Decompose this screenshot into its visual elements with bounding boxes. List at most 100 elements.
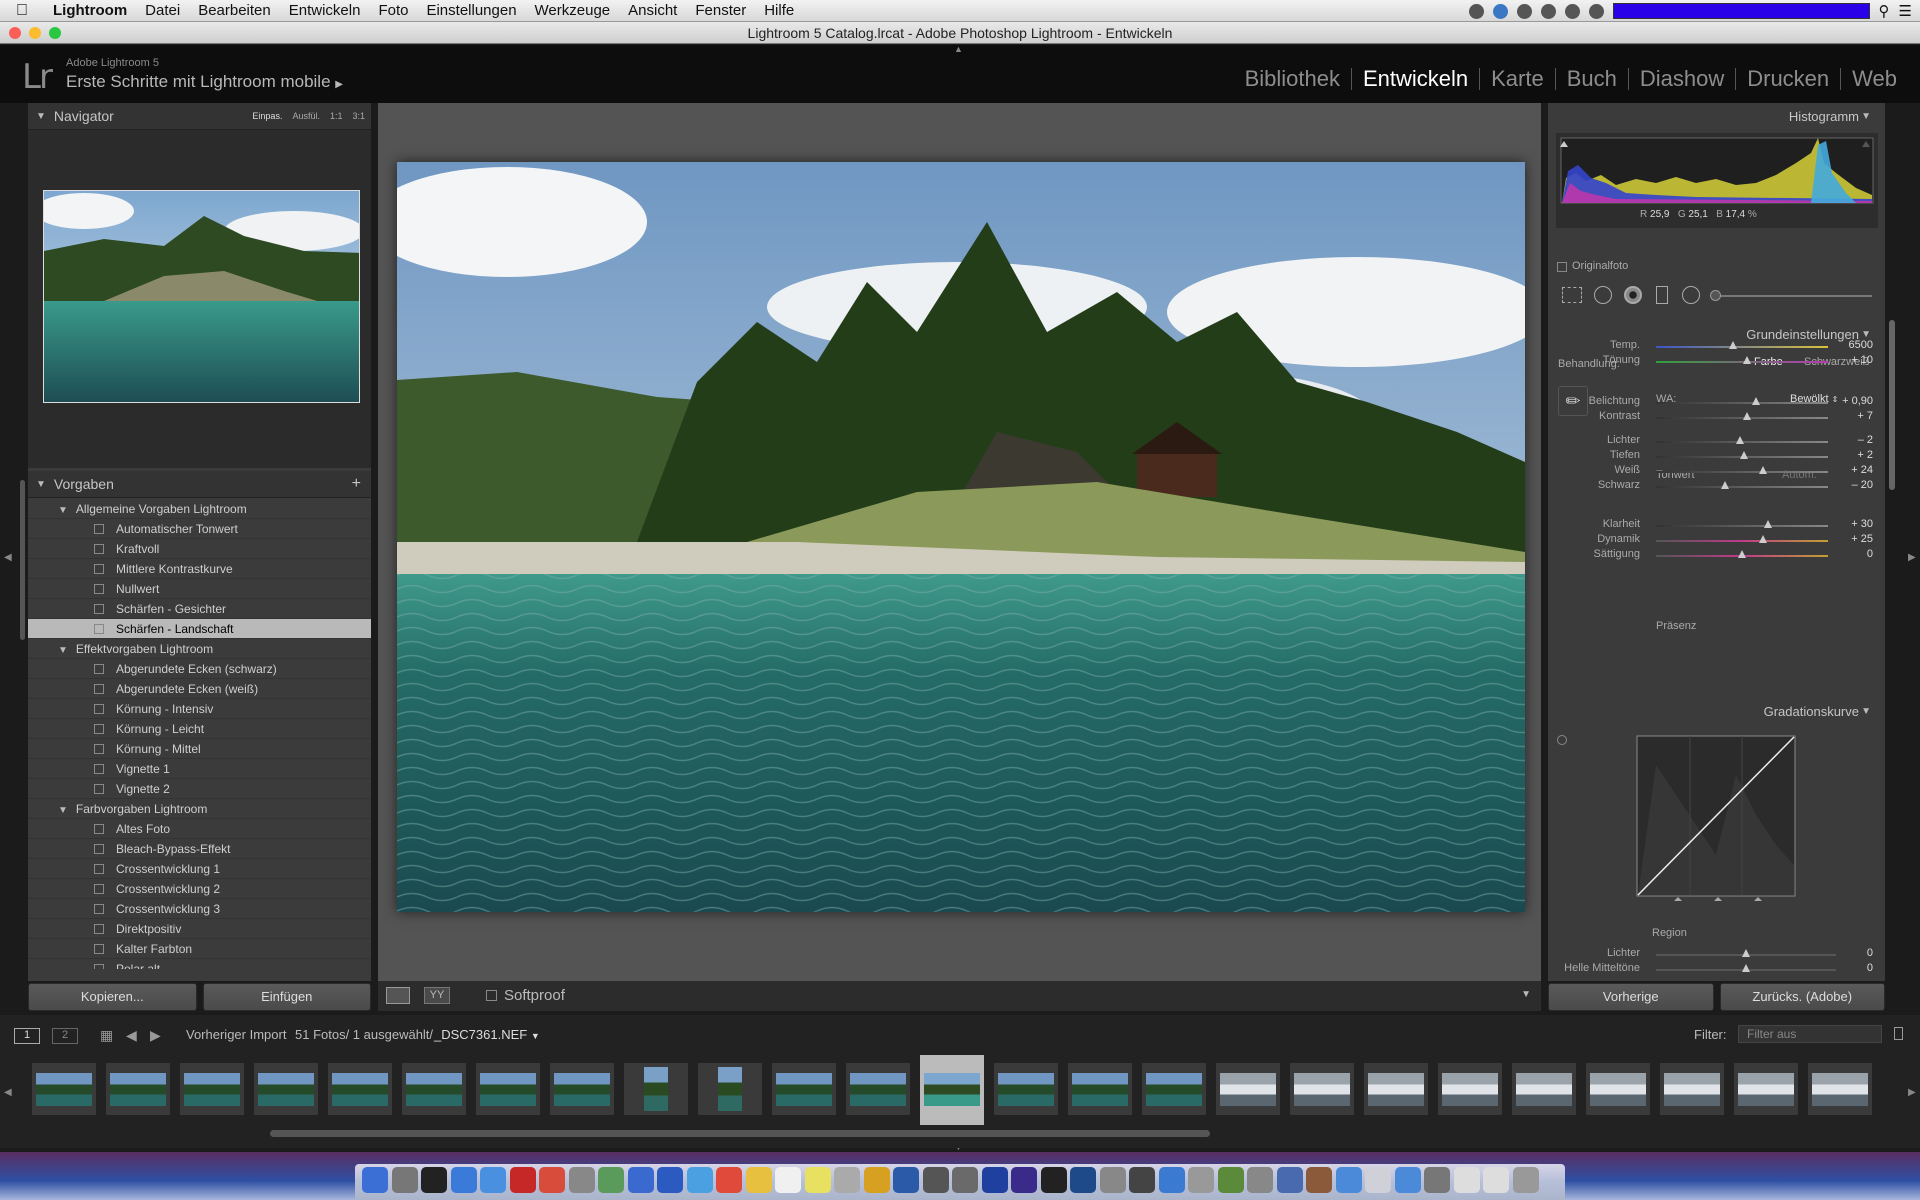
preset-item[interactable]: Abgerundete Ecken (schwarz) [28,659,371,679]
dock-app-icon[interactable] [745,1167,772,1193]
left-panel-toggle-icon[interactable]: ◀ [4,552,12,563]
slider-clarity[interactable]: Klarheit + 30 [1548,517,1885,533]
dock-app-icon[interactable] [1453,1167,1480,1193]
preset-item[interactable]: Bleach-Bypass-Effekt [28,839,371,859]
original-photo-checkbox[interactable] [1557,262,1567,272]
filmstrip-thumbnail[interactable] [1734,1063,1798,1115]
filmstrip-thumbnail[interactable] [1216,1063,1280,1115]
dock-app-icon[interactable] [539,1167,565,1193]
slider-knob[interactable] [1736,436,1745,444]
volume-icon[interactable] [1588,3,1604,19]
presets-header[interactable]: ▼ Vorgaben + [28,471,371,498]
expand-triangle-icon[interactable]: ▼ [58,505,68,516]
filter-lock-icon[interactable] [1894,1027,1903,1040]
filter-select[interactable]: Filter aus [1738,1025,1882,1043]
notification-icon[interactable]: ☰ [1899,2,1912,20]
menu-entwickeln[interactable]: Entwickeln [280,0,370,22]
preset-folder[interactable]: ▼ Farbvorgaben Lightroom [28,799,371,819]
filmstrip-thumbnail[interactable] [1364,1063,1428,1115]
dock-app-icon[interactable] [922,1167,949,1193]
adjustment-brush-knob[interactable] [1710,290,1721,301]
slider-knob[interactable] [1720,481,1729,489]
slider-knob[interactable] [1763,520,1772,528]
slider-temp[interactable]: Temp. 6500 [1548,338,1885,354]
module-entwickeln[interactable]: Entwickeln [1350,68,1479,90]
preset-item[interactable]: Crossentwicklung 3 [28,899,371,919]
slider-knob[interactable] [1743,356,1752,364]
filmstrip-thumbnail[interactable] [550,1063,614,1115]
preset-folder[interactable]: ▼ Effektvorgaben Lightroom [28,639,371,659]
slider-track[interactable] [1656,361,1828,363]
dock-app-icon[interactable] [893,1167,919,1193]
filmstrip-thumbnail[interactable] [1438,1063,1502,1115]
filmstrip-thumbnail[interactable] [402,1063,466,1115]
filmstrip-right-arrow-icon[interactable]: ▶ [1908,1087,1916,1098]
dock-app-icon[interactable] [1070,1167,1096,1193]
slider-blacks[interactable]: Schwarz – 20 [1548,478,1885,494]
module-karte[interactable]: Karte [1479,68,1555,90]
paste-settings-button[interactable]: Einfügen [202,983,371,1011]
filmstrip-left-arrow-icon[interactable]: ◀ [4,1087,12,1098]
zoom-fill-option[interactable]: Ausfül. [292,111,320,121]
dock-app-icon[interactable] [421,1167,447,1193]
slider-knob[interactable] [1742,949,1750,957]
filmstrip-thumbnail[interactable] [920,1055,984,1125]
slider-highlights[interactable]: Lichter – 2 [1548,433,1885,449]
dropbox-icon[interactable] [1492,3,1508,19]
dock-app-icon[interactable] [686,1167,713,1193]
dock-app-icon[interactable] [598,1167,624,1193]
menu-bearbeiten[interactable]: Bearbeiten [189,0,280,22]
dock-app-icon[interactable] [1247,1167,1273,1193]
preset-item[interactable]: Direktpositiv [28,919,371,939]
preset-item[interactable]: Körnung - Intensiv [28,699,371,719]
expand-triangle-icon[interactable]: ▼ [58,645,68,656]
dock-app-icon[interactable] [1011,1167,1037,1193]
menu-foto[interactable]: Foto [369,0,417,22]
slider-value[interactable]: + 2 [1823,449,1873,461]
tone-curve-header[interactable]: Gradationskurve ▼ [1548,700,1885,722]
slider-knob[interactable] [1742,964,1750,972]
dock-app-icon[interactable] [952,1167,978,1193]
adjustment-brush-slider[interactable] [1712,295,1872,297]
bluetooth-icon[interactable] [1540,3,1556,19]
right-panel-toggle-icon[interactable]: ▶ [1908,552,1916,563]
filmstrip-thumbnail[interactable] [476,1063,540,1115]
dock-app-icon[interactable] [1306,1167,1332,1193]
dock-app-icon[interactable] [1099,1167,1126,1193]
filmstrip-thumbnail[interactable] [846,1063,910,1115]
filmstrip-thumbnail[interactable] [1142,1063,1206,1115]
menu-werkzeuge[interactable]: Werkzeuge [526,0,620,22]
zoom-3-1-option[interactable]: 3:1 [352,111,365,121]
filmstrip-thumbnail[interactable] [1660,1063,1724,1115]
wifi-icon[interactable] [1564,3,1580,19]
filmstrip-thumbnail[interactable] [772,1063,836,1115]
collapse-triangle-icon[interactable]: ▼ [36,111,46,122]
crop-tool-icon[interactable] [1562,287,1582,303]
preset-item[interactable]: Altes Foto [28,819,371,839]
module-web[interactable]: Web [1840,68,1908,90]
dock-app-icon[interactable] [391,1167,418,1193]
current-file[interactable]: _DSC7361.NEF ▼ [434,1027,540,1042]
slider-shadows[interactable]: Tiefen + 2 [1548,448,1885,464]
dock-app-icon[interactable] [1129,1167,1155,1193]
dock-app-icon[interactable] [1158,1167,1185,1193]
filmstrip-thumbnail[interactable] [1586,1063,1650,1115]
right-scrollbar[interactable] [1889,320,1895,490]
slider-value[interactable]: + 24 [1823,464,1873,476]
slider-saturation[interactable]: Sättigung 0 [1548,547,1885,563]
dock-app-icon[interactable] [804,1167,831,1193]
source-label[interactable]: Vorheriger Import [186,1027,286,1042]
dock-app-icon[interactable] [775,1167,801,1193]
filmstrip-thumbnail[interactable] [1068,1063,1132,1115]
collapse-triangle-icon[interactable]: ▼ [1861,706,1871,717]
preset-item[interactable]: Kalter Farbton [28,939,371,959]
filmstrip-thumbnail[interactable] [106,1063,170,1115]
softproof-checkbox[interactable] [486,990,497,1001]
slider-exposure[interactable]: Belichtung + 0,90 [1548,394,1885,410]
filmstrip-thumbnail[interactable] [698,1063,762,1115]
zoom-fit-option[interactable]: Einpas. [252,111,282,121]
previous-settings-button[interactable]: Vorherige [1548,983,1714,1011]
main-photo[interactable] [397,162,1525,912]
preset-item[interactable]: Nullwert [28,579,371,599]
dock-app-icon[interactable] [834,1167,860,1193]
